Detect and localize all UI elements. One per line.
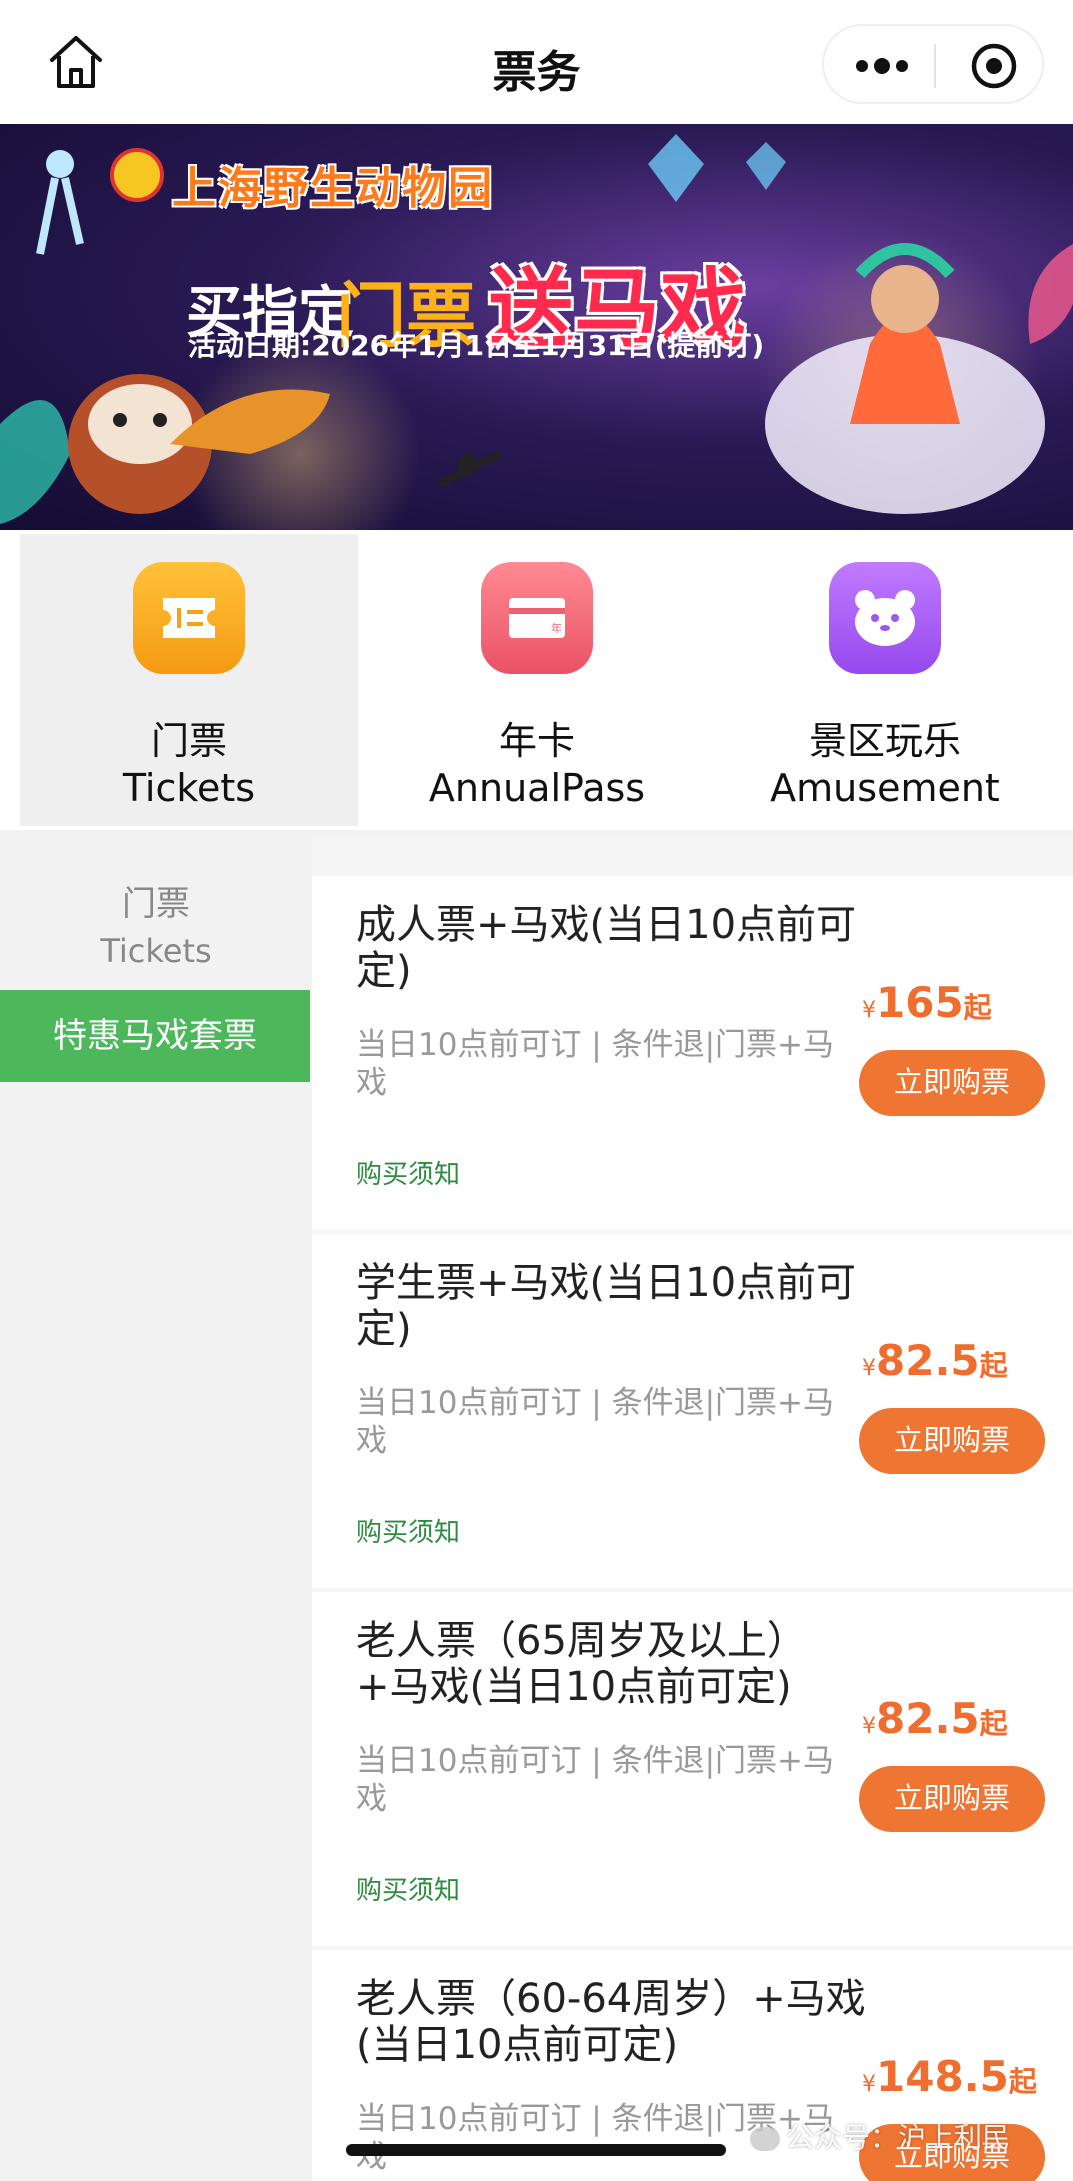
zoo-logo-text: 上海野生动物园 — [172, 163, 494, 214]
watermark: 公众号：沪上利民 — [750, 2116, 1010, 2156]
price-currency: ¥ — [862, 1356, 876, 1381]
price-currency: ¥ — [862, 1714, 876, 1739]
price-value: 148.5 — [876, 2052, 1009, 2101]
price-suffix: 起 — [979, 1707, 1008, 1740]
price-value: 82.5 — [876, 1336, 980, 1385]
category-row: 门票 Tickets 年 年卡 AnnualPass 景区玩乐 Amusemen — [0, 530, 1073, 830]
price-suffix: 起 — [979, 1349, 1008, 1382]
price-suffix: 起 — [963, 991, 992, 1024]
product-title: 老人票（65周岁及以上）+马戏(当日10点前可定) — [356, 1618, 807, 1710]
ticket-glyph-icon — [163, 598, 215, 638]
product-desc: 当日10点前可订 | 条件退|门票+马戏 — [356, 1385, 835, 1459]
price-value: 82.5 — [876, 1694, 980, 1743]
product-desc: 当日10点前可订 | 条件退|门票+马戏 — [356, 1027, 835, 1101]
sidebar-item-tickets-zh[interactable]: 门票 — [0, 876, 312, 925]
price-currency: ¥ — [862, 998, 876, 1023]
product-list: 成人票+马戏(当日10点前可定) 当日10点前可订 | 条件退|门票+马戏 购买… — [312, 836, 1073, 2181]
category-tickets[interactable]: 门票 Tickets — [20, 534, 358, 826]
product-title: 老人票（60-64周岁）+马戏(当日10点前可定) — [356, 1976, 866, 2068]
category-annual-pass[interactable]: 年 年卡 AnnualPass — [368, 534, 706, 826]
sidebar-item-tickets-en[interactable]: Tickets — [0, 932, 312, 970]
product-price: ¥82.5起 — [862, 1694, 1062, 1743]
product-title: 学生票+马戏(当日10点前可定) — [356, 1260, 857, 1352]
svg-text:年: 年 — [551, 621, 562, 635]
buy-now-button[interactable]: 立即购票 — [859, 1766, 1045, 1832]
nav-bar: 票务 — [0, 0, 1073, 124]
price-suffix: 起 — [1008, 2065, 1037, 2098]
category-annual-pass-en: AnnualPass — [428, 766, 646, 810]
product-price: ¥148.5起 — [862, 2052, 1062, 2101]
buy-now-button[interactable]: 立即购票 — [859, 1050, 1045, 1116]
price-currency: ¥ — [862, 2072, 876, 2097]
annual-card-glyph-icon: 年 — [509, 598, 565, 638]
purchase-notice-link[interactable]: 购买须知 — [356, 1870, 460, 1907]
zoo-logo: 上海野生动物园 — [110, 144, 530, 214]
category-amusement-zh: 景区玩乐 — [808, 719, 961, 763]
price-value: 165 — [876, 978, 964, 1027]
target-circle-icon[interactable] — [970, 42, 1018, 90]
product-card[interactable]: 成人票+马戏(当日10点前可定) 当日10点前可订 | 条件退|门票+马戏 购买… — [312, 876, 1073, 1230]
bear-glyph-icon — [855, 590, 915, 646]
category-annual-pass-zh: 年卡 — [498, 719, 575, 763]
annual-card-icon: 年 — [481, 562, 593, 674]
purchase-notice-link[interactable]: 购买须知 — [356, 1154, 460, 1191]
category-amusement-en: Amusement — [770, 766, 1000, 810]
sidebar-item-circus-package[interactable]: 特惠马戏套票 — [0, 990, 310, 1082]
category-tickets-en: Tickets — [122, 766, 256, 810]
product-card[interactable]: 学生票+马戏(当日10点前可定) 当日10点前可订 | 条件退|门票+马戏 购买… — [312, 1234, 1073, 1588]
buy-now-button[interactable]: 立即购票 — [859, 1408, 1045, 1474]
home-indicator[interactable] — [346, 2144, 726, 2156]
wechat-icon — [750, 2127, 780, 2151]
ticket-icon — [133, 562, 245, 674]
bear-icon — [829, 562, 941, 674]
product-card[interactable]: 老人票（65周岁及以上）+马戏(当日10点前可定) 当日10点前可订 | 条件退… — [312, 1592, 1073, 1946]
product-price: ¥82.5起 — [862, 1336, 1062, 1385]
product-title: 成人票+马戏(当日10点前可定) — [356, 902, 857, 994]
product-price: ¥165起 — [862, 978, 1062, 1027]
watermark-text: 公众号：沪上利民 — [786, 2121, 1011, 2154]
category-amusement[interactable]: 景区玩乐 Amusement — [716, 534, 1054, 826]
promo-banner[interactable]: 上海野生动物园 买指定 门票 送马戏 活动日期:2026年1月1日至1月31日(… — [0, 124, 1073, 530]
more-dots-icon[interactable] — [854, 56, 910, 76]
banner-date: 活动日期:2026年1月1日至1月31日(提前订) — [188, 329, 765, 362]
zoo-logo-badge-icon — [110, 148, 164, 202]
category-tickets-zh: 门票 — [150, 719, 227, 763]
purchase-notice-link[interactable]: 购买须知 — [356, 1512, 460, 1549]
miniprogram-capsule — [822, 24, 1044, 104]
capsule-divider — [934, 44, 936, 88]
sidebar: 门票 Tickets 特惠马戏套票 — [0, 836, 312, 2181]
product-desc: 当日10点前可订 | 条件退|门票+马戏 — [356, 1743, 835, 1817]
